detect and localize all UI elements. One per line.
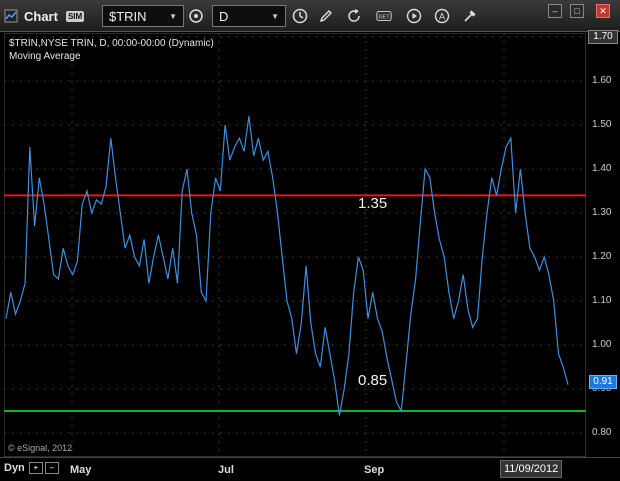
- window-title-text: Chart: [24, 8, 58, 24]
- get-icon[interactable]: GET: [374, 6, 394, 26]
- axis-top-value: 1.70: [588, 30, 618, 44]
- symbol-input[interactable]: $TRIN ▼: [102, 5, 184, 27]
- close-button[interactable]: ✕: [596, 4, 610, 18]
- axis-tick-label: 1.50: [592, 119, 612, 130]
- axis-tick-label: 1.10: [592, 295, 612, 306]
- cursor-date: 11/09/2012: [500, 460, 563, 478]
- refresh-icon[interactable]: [344, 6, 364, 26]
- link-icon[interactable]: [186, 6, 206, 26]
- chart-legend-study: Moving Average: [9, 51, 81, 62]
- maximize-button[interactable]: □: [570, 4, 584, 18]
- minimize-button[interactable]: –: [548, 4, 562, 18]
- interval-value: D: [219, 8, 229, 24]
- chevron-down-icon[interactable]: ▼: [271, 12, 279, 21]
- axis-tick-label: 1.40: [592, 163, 612, 174]
- zoom-in-icon[interactable]: +: [28, 462, 43, 474]
- window-title: Chart SIM: [4, 5, 85, 27]
- tools-icon[interactable]: [460, 6, 480, 26]
- upper-level-label: 1.35: [358, 195, 388, 212]
- axis-tick-label: 1.00: [592, 339, 612, 350]
- time-axis[interactable]: Dyn + – May Jul Sep 11/09/2012: [0, 457, 620, 481]
- symbol-value: $TRIN: [109, 8, 147, 24]
- axis-tick-label: 1.60: [592, 75, 612, 86]
- trin-chart[interactable]: [4, 33, 586, 457]
- month-label: Jul: [218, 464, 234, 476]
- text-label: A: [439, 12, 445, 22]
- text-icon[interactable]: A: [432, 6, 452, 26]
- sim-badge: SIM: [65, 10, 85, 22]
- dyn-label: Dyn: [4, 462, 25, 474]
- axis-tick-label: 0.80: [592, 427, 612, 438]
- lower-level-label: 0.85: [358, 372, 388, 389]
- month-label: Sep: [364, 464, 385, 476]
- copyright-text: © eSignal, 2012: [8, 443, 73, 453]
- zoom-out-icon[interactable]: –: [44, 462, 59, 474]
- axis-tick-label: 1.20: [592, 251, 612, 262]
- month-label: May: [70, 464, 92, 476]
- play-icon[interactable]: [404, 6, 424, 26]
- axis-tick-label: 1.30: [592, 207, 612, 218]
- window-icon: [4, 9, 18, 23]
- chevron-down-icon[interactable]: ▼: [169, 12, 177, 21]
- pencil-icon[interactable]: [316, 6, 336, 26]
- get-label: GET: [379, 15, 391, 21]
- clock-icon[interactable]: [290, 6, 310, 26]
- plot-background: [4, 33, 586, 457]
- chart-toolbar: Chart SIM $TRIN ▼ D ▼ GET A – □ ✕: [0, 0, 620, 32]
- dynamic-toggle[interactable]: Dyn + –: [4, 462, 59, 474]
- last-value-badge: 0.91: [589, 375, 617, 389]
- chart-legend-symbol: $TRIN,NYSE TRIN, D, 00:00-00:00 (Dynamic…: [9, 38, 214, 49]
- interval-input[interactable]: D ▼: [212, 5, 286, 27]
